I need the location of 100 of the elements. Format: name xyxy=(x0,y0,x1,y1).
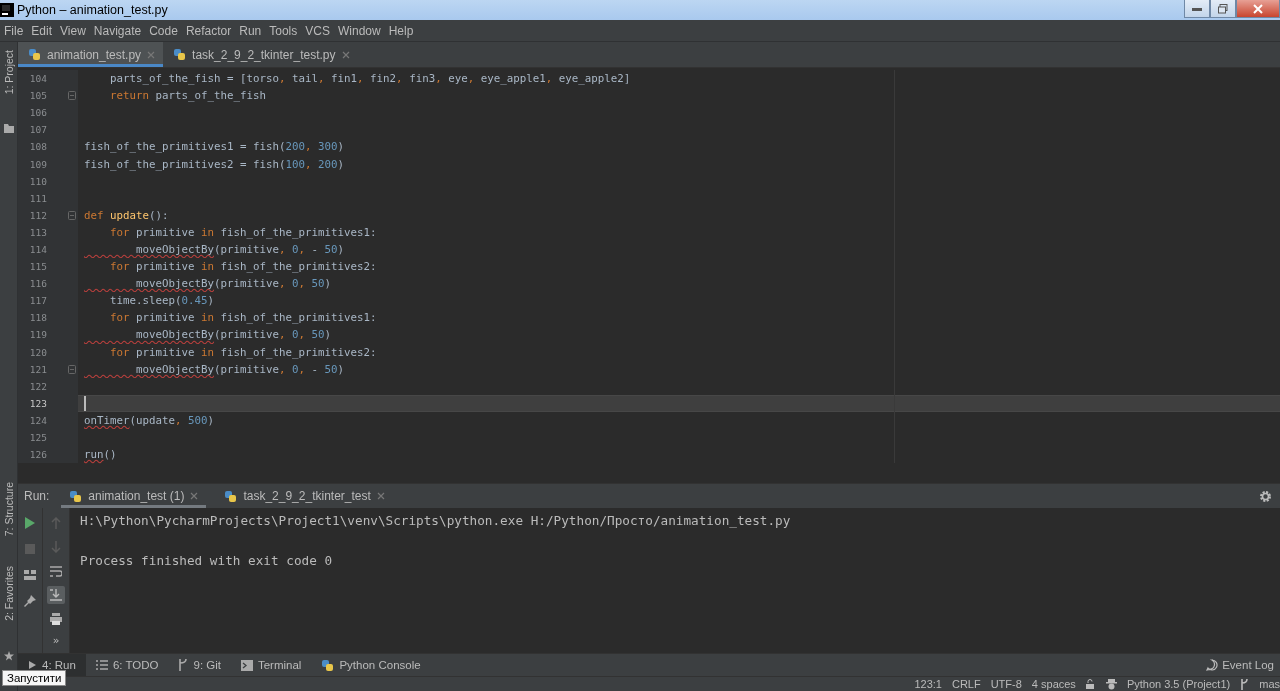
python-icon xyxy=(69,489,83,503)
fold-icon[interactable] xyxy=(68,210,76,220)
line-number: 106 xyxy=(28,107,47,119)
scroll-to-end-button[interactable] xyxy=(47,586,65,604)
scroll-to-end-icon xyxy=(50,589,62,601)
branch-icon xyxy=(1240,678,1250,690)
menu-item[interactable]: Window xyxy=(333,23,385,38)
line-number: 107 xyxy=(28,124,47,136)
play-icon xyxy=(28,660,37,670)
menu-item[interactable]: Edit xyxy=(27,23,57,38)
line-number: 108 xyxy=(28,141,47,153)
line-number: 113 xyxy=(28,226,47,238)
menu-item[interactable]: Run xyxy=(235,23,266,38)
tool-window-button[interactable]: 6: TODO xyxy=(85,654,169,676)
tool-window-tab[interactable]: 1: Project xyxy=(2,50,15,95)
close-button[interactable] xyxy=(1236,0,1280,18)
python-icon xyxy=(321,658,335,672)
code-line: for primitive in fish_of_the_primitives2: xyxy=(109,260,377,274)
menu-item[interactable]: Refactor xyxy=(181,23,236,38)
line-number: 115 xyxy=(28,261,47,273)
line-number: 125 xyxy=(28,432,47,443)
code-line: parts_of_the_fish = [torso, tail, fin1, fin2, fin3, eye, eye_apple1, eye_apple2] xyxy=(109,72,631,86)
git-branch[interactable]: mas xyxy=(1259,678,1280,690)
unlocked-icon[interactable] xyxy=(1085,679,1096,689)
line-number: 121 xyxy=(28,363,47,375)
settings-icon[interactable] xyxy=(1259,489,1272,503)
line-number: 110 xyxy=(28,175,47,187)
close-icon xyxy=(1253,3,1263,14)
fold-icon[interactable] xyxy=(68,364,76,374)
menu-item[interactable]: Code xyxy=(145,23,182,38)
tooltip: Запустити xyxy=(2,670,67,686)
line-number: 104 xyxy=(28,73,47,85)
tool-window-button[interactable]: Python Console xyxy=(311,654,431,676)
up-arrow-icon xyxy=(51,517,61,529)
close-icon[interactable] xyxy=(341,50,350,59)
app-icon xyxy=(0,3,14,17)
line-number: 124 xyxy=(28,414,47,426)
file-encoding[interactable]: UTF-8 xyxy=(990,678,1022,690)
menu-item[interactable]: VCS xyxy=(301,23,334,38)
restore-button[interactable] xyxy=(1210,0,1236,18)
menu-item[interactable]: Tools xyxy=(265,23,302,38)
down-arrow-icon xyxy=(51,541,61,553)
line-number: 126 xyxy=(28,449,47,461)
window-title: Python – animation_test.py xyxy=(17,3,168,17)
run-tab[interactable]: animation_test (1) xyxy=(61,484,207,508)
code-line: for primitive in fish_of_the_primitives1: xyxy=(109,225,377,239)
run-tab[interactable]: task_2_9_2_tkinter_test xyxy=(216,484,393,508)
tool-window-tab[interactable]: 7: Structure xyxy=(2,481,15,537)
folder-icon xyxy=(3,124,14,134)
line-number: 117 xyxy=(28,295,47,307)
console-line: H:\Python\PycharmProjects\Project1\venv\Scripts\python.exe H:/Python/Просто/animation_test.py xyxy=(80,512,791,530)
menu-item[interactable]: Help xyxy=(384,23,418,38)
fold-icon[interactable] xyxy=(68,91,76,101)
line-number: 118 xyxy=(28,312,47,324)
restore-icon xyxy=(1218,3,1228,14)
menu-item[interactable]: File xyxy=(0,23,28,38)
line-ending[interactable]: CRLF xyxy=(951,678,981,690)
more-button[interactable]: » xyxy=(52,634,60,647)
python-file-icon xyxy=(173,48,187,61)
code-line: fish_of_the_primitives1 = fish(200, 300) xyxy=(83,140,345,154)
tool-window-tab[interactable]: 2: Favorites xyxy=(2,566,15,621)
printer-icon xyxy=(50,613,62,625)
line-number: 109 xyxy=(28,158,47,170)
close-icon[interactable] xyxy=(190,492,199,500)
pin-icon xyxy=(24,595,36,607)
line-number: 123 xyxy=(28,397,47,409)
code-line: time.sleep(0.45) xyxy=(109,294,215,308)
event-log-button[interactable]: Event Log xyxy=(1206,659,1274,671)
python-icon xyxy=(224,489,238,503)
line-number: 119 xyxy=(28,329,47,341)
interpreter[interactable]: Python 3.5 (Project1) xyxy=(1126,678,1231,690)
inspector-icon[interactable] xyxy=(1105,678,1117,690)
panel-label: Run: xyxy=(24,489,50,503)
cursor-position[interactable]: 123:1 xyxy=(914,678,942,690)
play-icon xyxy=(25,517,35,529)
menu-item[interactable]: Navigate xyxy=(89,23,146,38)
list-icon xyxy=(95,660,108,670)
close-icon[interactable] xyxy=(376,492,385,500)
indent-setting[interactable]: 4 spaces xyxy=(1031,678,1076,690)
menu-item[interactable]: View xyxy=(56,23,90,38)
tool-window-button[interactable]: Terminal xyxy=(230,654,312,676)
code-line: moveObjectBy(primitive, 0, - 50) xyxy=(135,243,345,256)
terminal-icon xyxy=(240,659,253,671)
tool-window-button[interactable]: 9: Git xyxy=(168,654,231,676)
line-number: 105 xyxy=(28,90,47,102)
code-line: onTimer(update, 500) xyxy=(83,413,215,427)
line-number: 112 xyxy=(28,209,47,221)
line-number: 114 xyxy=(28,244,47,255)
line-number: 116 xyxy=(28,278,47,290)
code-line: return parts_of_the_fish xyxy=(109,89,267,103)
minimize-icon xyxy=(1192,6,1202,11)
editor-tab[interactable]: task_2_9_2_tkinter_test.py xyxy=(163,42,358,67)
minimize-button[interactable] xyxy=(1184,0,1210,18)
print-button[interactable] xyxy=(47,610,65,628)
line-number: 122 xyxy=(28,380,47,392)
code-line: fish_of_the_primitives2 = fish(100, 200) xyxy=(83,157,345,171)
wrap-icon xyxy=(50,565,62,577)
code-line: run() xyxy=(83,448,117,462)
editor-tab[interactable]: animation_test.py xyxy=(18,42,164,67)
code-line: moveObjectBy(primitive, 0, 50) xyxy=(135,277,332,291)
